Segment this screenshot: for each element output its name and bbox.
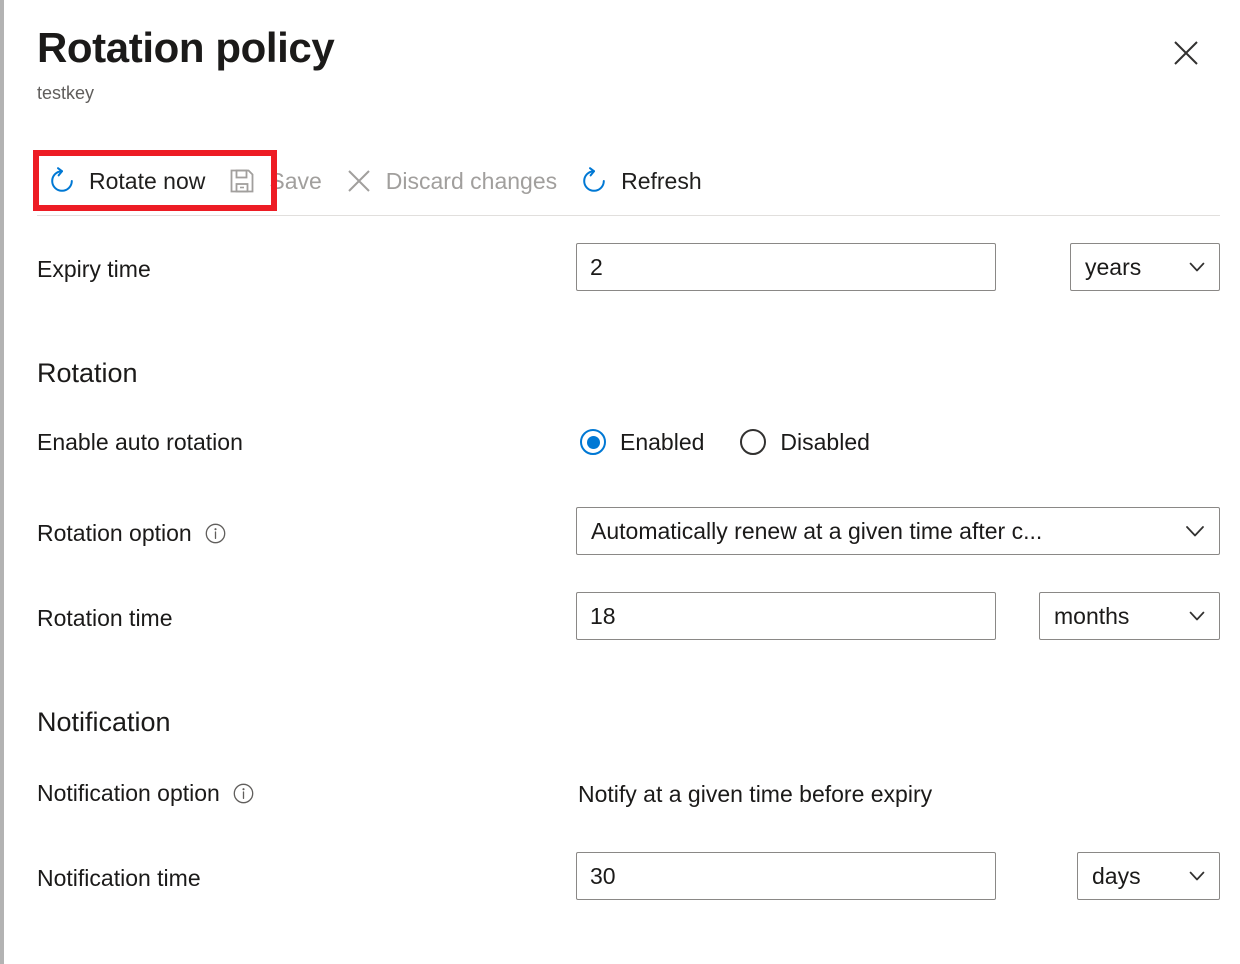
rotation-time-row: Rotation time 18 months xyxy=(4,592,1240,644)
notification-section-title: Notification xyxy=(37,707,171,738)
toolbar-divider xyxy=(37,215,1220,216)
enable-auto-rotation-label: Enable auto rotation xyxy=(37,416,243,468)
info-icon[interactable] xyxy=(205,523,226,544)
chevron-down-icon xyxy=(1183,519,1207,543)
page-title: Rotation policy xyxy=(37,22,334,74)
command-toolbar: Rotate now Save Discard changes xyxy=(37,155,714,207)
rotation-time-input[interactable]: 18 xyxy=(576,592,996,640)
rotate-icon xyxy=(47,166,77,196)
notification-time-unit-select[interactable]: days xyxy=(1077,852,1220,900)
rotation-time-unit-value: months xyxy=(1054,603,1175,630)
radio-enabled-label: Enabled xyxy=(620,429,704,456)
expiry-time-input[interactable]: 2 xyxy=(576,243,996,291)
rotation-time-label: Rotation time xyxy=(37,592,173,644)
refresh-label: Refresh xyxy=(621,166,702,196)
expiry-time-row: Expiry time 2 years xyxy=(4,243,1240,295)
radio-unselected-icon xyxy=(740,429,766,455)
rotation-option-label: Rotation option xyxy=(37,507,226,559)
enable-auto-rotation-row: Enable auto rotation Enabled Disabled xyxy=(4,416,1240,468)
radio-disabled[interactable]: Disabled xyxy=(740,429,870,456)
notification-time-input[interactable]: 30 xyxy=(576,852,996,900)
notification-time-unit-value: days xyxy=(1092,863,1175,890)
notification-option-value: Notify at a given time before expiry xyxy=(578,781,932,808)
close-icon xyxy=(344,166,374,196)
rotate-now-label: Rotate now xyxy=(89,166,205,196)
expiry-time-unit-value: years xyxy=(1085,254,1175,281)
info-icon[interactable] xyxy=(233,783,254,804)
notification-time-value: 30 xyxy=(590,863,616,890)
expiry-time-value: 2 xyxy=(590,254,603,281)
expiry-time-unit-select[interactable]: years xyxy=(1070,243,1220,291)
blade-header: Rotation policy testkey xyxy=(37,22,334,106)
close-blade-button[interactable] xyxy=(1164,31,1208,75)
discard-changes-button[interactable]: Discard changes xyxy=(334,157,569,205)
enable-auto-rotation-radio-group: Enabled Disabled xyxy=(580,416,870,468)
radio-enabled[interactable]: Enabled xyxy=(580,429,704,456)
chevron-down-icon xyxy=(1187,606,1207,626)
page-subtitle: testkey xyxy=(37,80,334,106)
discard-changes-label: Discard changes xyxy=(386,166,557,196)
rotation-option-row: Rotation option Automatically renew at a… xyxy=(4,507,1240,559)
notification-time-row: Notification time 30 days xyxy=(4,852,1240,904)
rotation-policy-blade: Rotation policy testkey Rotate now xyxy=(0,0,1240,964)
rotate-now-button[interactable]: Rotate now xyxy=(37,157,217,205)
rotation-section-title: Rotation xyxy=(37,358,138,389)
chevron-down-icon xyxy=(1187,257,1207,277)
rotation-time-value: 18 xyxy=(590,603,616,630)
refresh-icon xyxy=(579,166,609,196)
radio-disabled-label: Disabled xyxy=(780,429,870,456)
notification-option-row: Notification option Notify at a given ti… xyxy=(4,767,1240,819)
refresh-button[interactable]: Refresh xyxy=(569,157,714,205)
save-button[interactable]: Save xyxy=(217,157,333,205)
close-icon xyxy=(1171,38,1201,68)
notification-time-label: Notification time xyxy=(37,852,201,904)
radio-selected-icon xyxy=(580,429,606,455)
rotation-option-select[interactable]: Automatically renew at a given time afte… xyxy=(576,507,1220,555)
save-icon xyxy=(227,166,257,196)
rotation-time-unit-select[interactable]: months xyxy=(1039,592,1220,640)
notification-option-label: Notification option xyxy=(37,767,254,819)
rotation-option-value: Automatically renew at a given time afte… xyxy=(591,518,1171,545)
chevron-down-icon xyxy=(1187,866,1207,886)
expiry-time-label: Expiry time xyxy=(37,243,151,295)
save-label: Save xyxy=(269,166,321,196)
